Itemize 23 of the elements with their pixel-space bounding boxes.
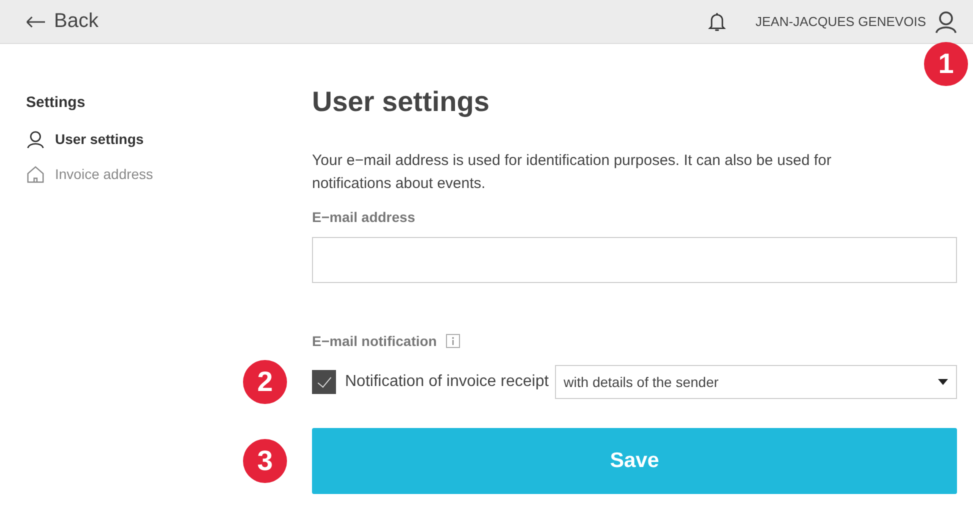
- sidebar-item[interactable]: User settings: [26, 126, 312, 152]
- sidebar-item[interactable]: Invoice address: [26, 161, 312, 187]
- description: Your e−mail address is used for identification purposes. It can also be used for notifications about events.: [312, 151, 832, 194]
- house-icon: [26, 164, 45, 184]
- field-label: E−mail notification: [312, 333, 437, 349]
- callout-badge: 1: [924, 42, 968, 86]
- checkbox-label: Notification of invoice receipt: [345, 373, 549, 391]
- page-title: User settings: [312, 86, 490, 118]
- user-icon: [26, 130, 45, 148]
- back-arrow-icon: [26, 16, 46, 28]
- callout-badge: 3: [243, 439, 287, 483]
- back-link[interactable]: Back: [26, 10, 98, 33]
- field-label: E−mail address: [312, 209, 416, 225]
- user-icon: [934, 10, 958, 34]
- info-icon[interactable]: [446, 334, 460, 348]
- callout-badge: 2: [243, 360, 287, 404]
- user-name[interactable]: JEAN-JACQUES GENEVOIS: [756, 14, 926, 29]
- bell-icon[interactable]: [708, 12, 726, 32]
- sidebar-title: Settings: [26, 94, 86, 111]
- caret-icon: [938, 379, 948, 385]
- email-field[interactable]: [312, 237, 957, 283]
- checkbox[interactable]: [312, 370, 336, 394]
- notification-dropdown[interactable]: with details of the sender: [554, 365, 957, 399]
